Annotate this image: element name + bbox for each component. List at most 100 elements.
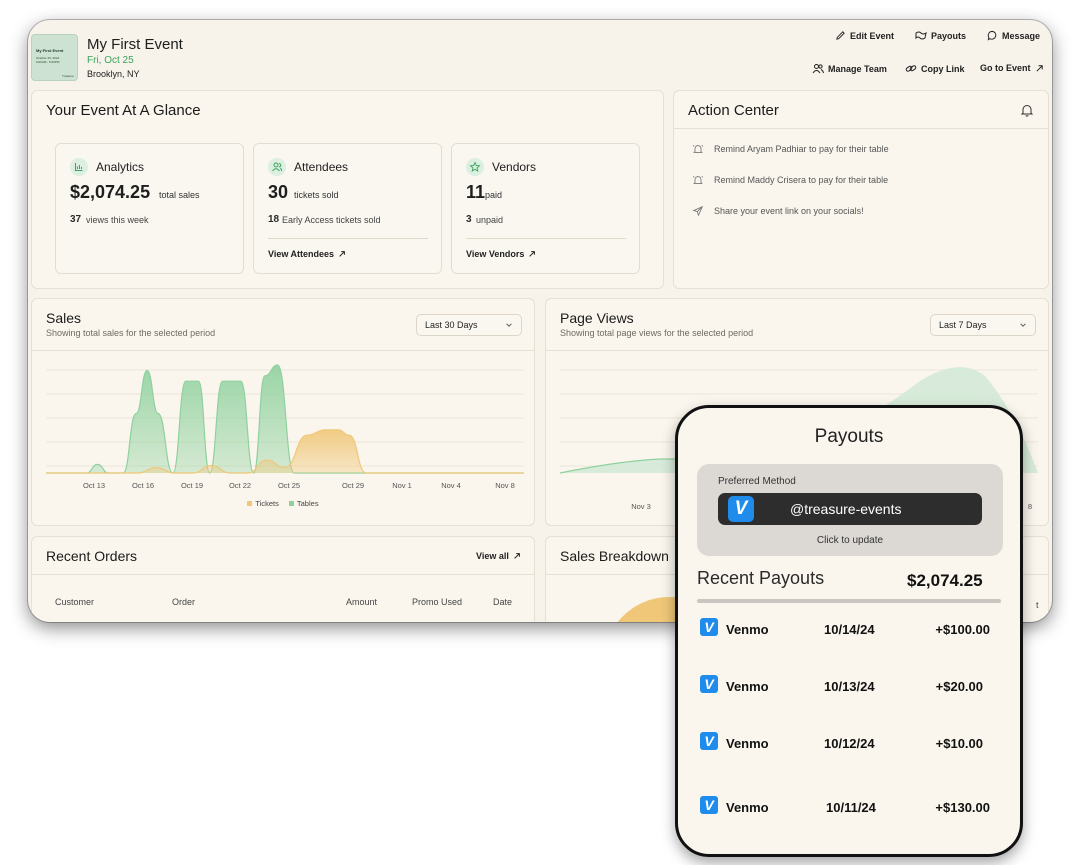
view-all-label: View all <box>476 551 509 561</box>
thumbnail-title: My First Event <box>36 48 64 53</box>
thumbnail-time: 9:00AM - 5:00PM <box>36 60 60 64</box>
payouts-title: Payouts <box>814 426 884 447</box>
payout-row[interactable]: V Venmo 10/13/24 +$20.00 <box>700 675 1000 697</box>
venmo-icon: V <box>700 675 718 693</box>
sales-breakdown-title: Sales Breakdown <box>560 548 669 564</box>
page-views-period-select[interactable]: Last 7 Days <box>930 314 1036 336</box>
payouts-label: Payouts <box>931 30 967 41</box>
arrow-up-right-icon <box>513 552 521 560</box>
x-tick-label: Nov 4 <box>441 481 461 490</box>
sales-chart: Oct 13 Oct 16 Oct 19 Oct 22 Oct 25 Oct 29 Nov … <box>46 364 524 490</box>
page-views-subtitle: Showing total page views for the selecte… <box>560 328 754 338</box>
column-header-promo[interactable]: Promo Used <box>412 597 462 607</box>
views-count: 37 <box>70 214 82 225</box>
recent-payouts-title: Recent Payouts <box>697 568 825 588</box>
attendees-label: Attendees <box>294 160 349 174</box>
edit-event-label: Edit Event <box>850 30 895 41</box>
payout-method: Venmo <box>726 800 769 815</box>
divider <box>268 238 428 239</box>
sales-card: Sales Showing total sales for the select… <box>31 298 535 526</box>
bell-icon[interactable] <box>1020 103 1034 117</box>
legend-label: Tables <box>296 499 319 508</box>
preferred-method-label: Preferred Method <box>718 476 796 487</box>
legend-swatch-tickets <box>247 501 253 506</box>
payout-date: 10/13/24 <box>824 679 875 694</box>
divider <box>466 238 626 239</box>
action-center-card: Action Center Remind Aryam Padhiar to pa… <box>673 90 1049 289</box>
x-tick-label: Nov 1 <box>392 481 412 490</box>
column-header-date[interactable]: Date <box>493 597 512 607</box>
x-tick-label: Oct 29 <box>342 481 364 490</box>
go-to-event-button[interactable]: Go to Event <box>980 63 1044 73</box>
view-all-link[interactable]: View all <box>476 551 521 561</box>
click-to-update[interactable]: Click to update <box>697 535 1003 546</box>
early-access-count: 18 <box>268 214 280 225</box>
payout-date: 10/12/24 <box>824 736 875 751</box>
view-attendees-label: View Attendees <box>268 249 335 259</box>
arrow-up-right-icon <box>1035 64 1044 73</box>
recent-payouts-total: $2,074.25 <box>907 571 983 590</box>
vendors-card: Vendors 11 paid 3 unpaid View Vendors <box>451 143 640 274</box>
x-tick-label: Nov 8 <box>495 481 515 490</box>
action-item-text: Share your event link on your socials! <box>714 206 864 216</box>
event-thumbnail[interactable]: My First Event October 25, 2024 9:00AM -… <box>31 34 78 81</box>
arrow-up-right-icon <box>338 250 346 258</box>
go-to-event-label: Go to Event <box>980 63 1031 73</box>
pencil-icon <box>835 30 846 41</box>
recent-orders-title: Recent Orders <box>46 548 138 564</box>
legend-item-tickets: Tickets <box>247 499 279 508</box>
preferred-method-card[interactable]: Preferred Method V @treasure-events Clic… <box>697 464 1003 556</box>
action-item-remind-aryam[interactable]: Remind Aryam Padhiar to pay for their ta… <box>692 143 889 155</box>
column-header-order[interactable]: Order <box>172 597 195 607</box>
legend-item-tables: Tables <box>288 499 319 508</box>
money-icon <box>915 30 927 41</box>
x-tick-label: 8 <box>1027 502 1033 511</box>
event-name: My First Event <box>87 36 183 53</box>
payout-row[interactable]: V Venmo 10/14/24 +$100.00 <box>700 618 1000 640</box>
glance-card: Your Event At A Glance Analytics $2,074.… <box>31 90 664 289</box>
link-icon <box>905 63 917 74</box>
x-tick-label: Nov 3 <box>631 502 651 511</box>
arrow-up-right-icon <box>528 250 536 258</box>
action-center-title: Action Center <box>688 102 779 119</box>
payout-method: Venmo <box>726 736 769 751</box>
edit-event-button[interactable]: Edit Event <box>835 30 894 41</box>
view-attendees-link[interactable]: View Attendees <box>268 249 346 259</box>
copy-link-button[interactable]: Copy Link <box>905 63 965 74</box>
payouts-panel: Payouts Preferred Method V @treasure-eve… <box>675 405 1023 857</box>
divider <box>697 599 1001 603</box>
users-icon <box>268 158 286 176</box>
unpaid-text: unpaid <box>476 215 504 225</box>
action-item-remind-maddy[interactable]: Remind Maddy Crisera to pay for their ta… <box>692 174 888 186</box>
vendors-paid-value: 11 <box>466 182 486 202</box>
event-date: Fri, Oct 25 <box>87 55 134 66</box>
preferred-method-pill: V @treasure-events <box>718 493 982 525</box>
total-sales-value: $2,074.25 <box>70 182 151 202</box>
x-tick-label: Oct 19 <box>181 481 203 490</box>
message-button[interactable]: Message <box>987 30 1040 41</box>
recent-orders-card: Recent Orders View all Customer Order Am… <box>31 536 535 622</box>
page-views-title: Page Views <box>560 310 634 326</box>
payout-date: 10/11/24 <box>826 800 876 815</box>
payout-amount: +$20.00 <box>935 679 983 694</box>
thumbnail-brand: Treasure <box>62 74 74 78</box>
action-item-share-link[interactable]: Share your event link on your socials! <box>692 205 864 217</box>
payout-row[interactable]: V Venmo 10/11/24 +$130.00 <box>700 796 1000 818</box>
breakdown-edge-label: t <box>1036 600 1039 610</box>
manage-team-button[interactable]: Manage Team <box>812 63 887 74</box>
sales-title: Sales <box>46 310 82 326</box>
payout-row[interactable]: V Venmo 10/12/24 +$10.00 <box>700 732 1000 754</box>
users-icon <box>812 63 824 74</box>
x-tick-label: Oct 25 <box>278 481 300 490</box>
chevron-down-icon <box>1019 321 1027 329</box>
divider <box>32 350 534 351</box>
sales-period-select[interactable]: Last 30 Days <box>416 314 522 336</box>
x-tick-label: Oct 13 <box>83 481 105 490</box>
view-vendors-link[interactable]: View Vendors <box>466 249 536 259</box>
page-views-period-value: Last 7 Days <box>939 320 987 330</box>
column-header-customer[interactable]: Customer <box>55 597 94 607</box>
column-header-amount[interactable]: Amount <box>346 597 377 607</box>
payouts-button[interactable]: Payouts <box>915 30 966 41</box>
payout-date: 10/14/24 <box>824 622 875 637</box>
sales-subtitle: Showing total sales for the selected per… <box>46 328 216 338</box>
